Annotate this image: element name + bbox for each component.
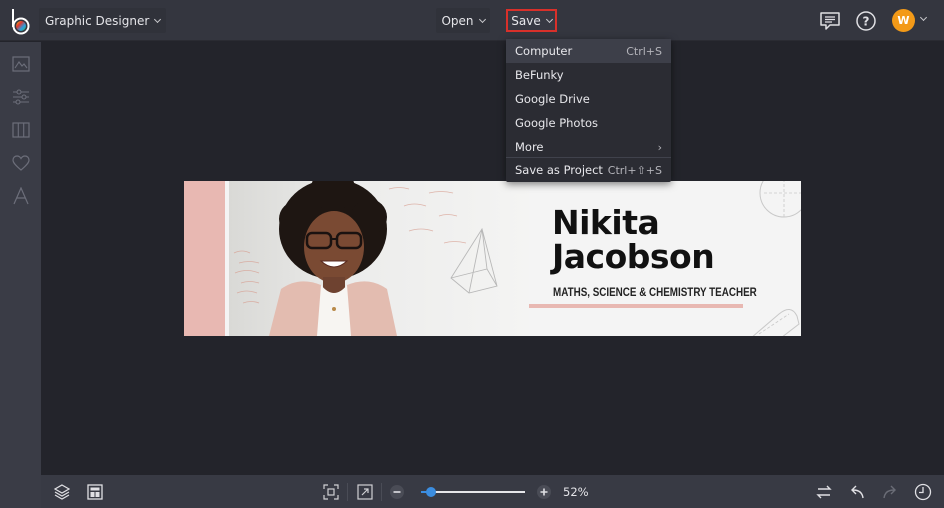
- menu-item-label: Computer: [515, 44, 573, 58]
- user-avatar[interactable]: W: [892, 9, 915, 32]
- chat-icon[interactable]: [818, 9, 842, 33]
- zoom-percent-label: 52%: [563, 485, 589, 499]
- zoom-slider-handle[interactable]: [426, 487, 437, 497]
- chevron-down-icon[interactable]: [919, 13, 928, 22]
- app-mode-dropdown[interactable]: Graphic Designer: [39, 8, 167, 33]
- banner-underline: [529, 304, 743, 308]
- swap-icon[interactable]: [814, 482, 834, 502]
- fit-to-screen-icon[interactable]: [321, 482, 341, 502]
- toolbar-divider: [347, 483, 348, 501]
- teacher-photo[interactable]: [229, 181, 529, 336]
- decorative-ruler-icon: [752, 309, 800, 336]
- banner-subtitle[interactable]: MATHS, SCIENCE & CHEMISTRY TEACHER: [553, 285, 757, 299]
- menu-item-shortcut: Ctrl+S: [626, 44, 662, 58]
- save-menu-item-google-drive[interactable]: Google Drive: [506, 87, 671, 111]
- adjust-sliders-icon[interactable]: [10, 86, 31, 107]
- save-menu-item-google-photos[interactable]: Google Photos: [506, 111, 671, 135]
- pink-accent-strip: [184, 181, 225, 336]
- redo-icon[interactable]: [880, 482, 900, 502]
- banner-name-last[interactable]: Jacobson: [552, 239, 715, 275]
- app-window: Graphic Designer Open Save ? W Nikita Ja…: [0, 0, 944, 508]
- svg-text:?: ?: [863, 15, 870, 29]
- zoom-slider[interactable]: [421, 487, 525, 497]
- chevron-right-icon: ›: [657, 140, 662, 154]
- banner-name-first[interactable]: Nikita: [552, 205, 660, 241]
- menu-item-label: Save as Project: [515, 163, 603, 177]
- history-clock-icon[interactable]: [913, 482, 933, 502]
- app-mode-label: Graphic Designer: [45, 13, 150, 28]
- decorative-circle-icon: [759, 181, 801, 218]
- avatar-initial: W: [897, 14, 910, 27]
- undo-icon[interactable]: [847, 482, 867, 502]
- design-banner[interactable]: Nikita Jacobson MATHS, SCIENCE & CHEMIST…: [184, 181, 801, 336]
- layout-columns-icon[interactable]: [10, 119, 31, 140]
- template-layout-icon[interactable]: [85, 482, 105, 502]
- image-icon[interactable]: [10, 53, 31, 74]
- save-menu-item-save-as-project[interactable]: Save as Project Ctrl+⇧+S: [506, 158, 671, 182]
- zoom-in-icon[interactable]: [534, 482, 554, 502]
- save-menu-item-befunky[interactable]: BeFunky: [506, 63, 671, 87]
- text-icon[interactable]: [10, 185, 31, 206]
- toolbar-divider: [381, 483, 382, 501]
- heart-icon[interactable]: [10, 152, 31, 173]
- left-sidebar: [0, 42, 41, 508]
- save-label: Save: [511, 13, 541, 28]
- menu-item-label: BeFunky: [515, 68, 564, 82]
- open-button[interactable]: Open: [436, 8, 490, 33]
- open-label: Open: [441, 13, 474, 28]
- save-menu-item-more[interactable]: More ›: [506, 135, 671, 159]
- zoom-out-icon[interactable]: [387, 482, 407, 502]
- menu-item-label: More: [515, 140, 544, 154]
- save-button[interactable]: Save: [506, 9, 557, 32]
- menu-item-label: Google Photos: [515, 116, 599, 130]
- chevron-down-icon: [154, 15, 162, 23]
- save-dropdown-menu: Computer Ctrl+S BeFunky Google Drive Goo…: [506, 39, 671, 182]
- actual-size-icon[interactable]: [355, 482, 375, 502]
- menu-item-shortcut: Ctrl+⇧+S: [607, 163, 662, 177]
- layers-icon[interactable]: [52, 482, 72, 502]
- chevron-down-icon: [545, 15, 553, 23]
- bottom-toolbar: 52%: [41, 475, 944, 508]
- chevron-down-icon: [478, 15, 486, 23]
- save-menu-item-computer[interactable]: Computer Ctrl+S: [506, 39, 671, 63]
- menu-item-label: Google Drive: [515, 92, 590, 106]
- befunky-logo[interactable]: [9, 7, 33, 35]
- help-icon[interactable]: ?: [854, 9, 878, 33]
- top-bar: Graphic Designer Open Save ? W: [0, 0, 944, 41]
